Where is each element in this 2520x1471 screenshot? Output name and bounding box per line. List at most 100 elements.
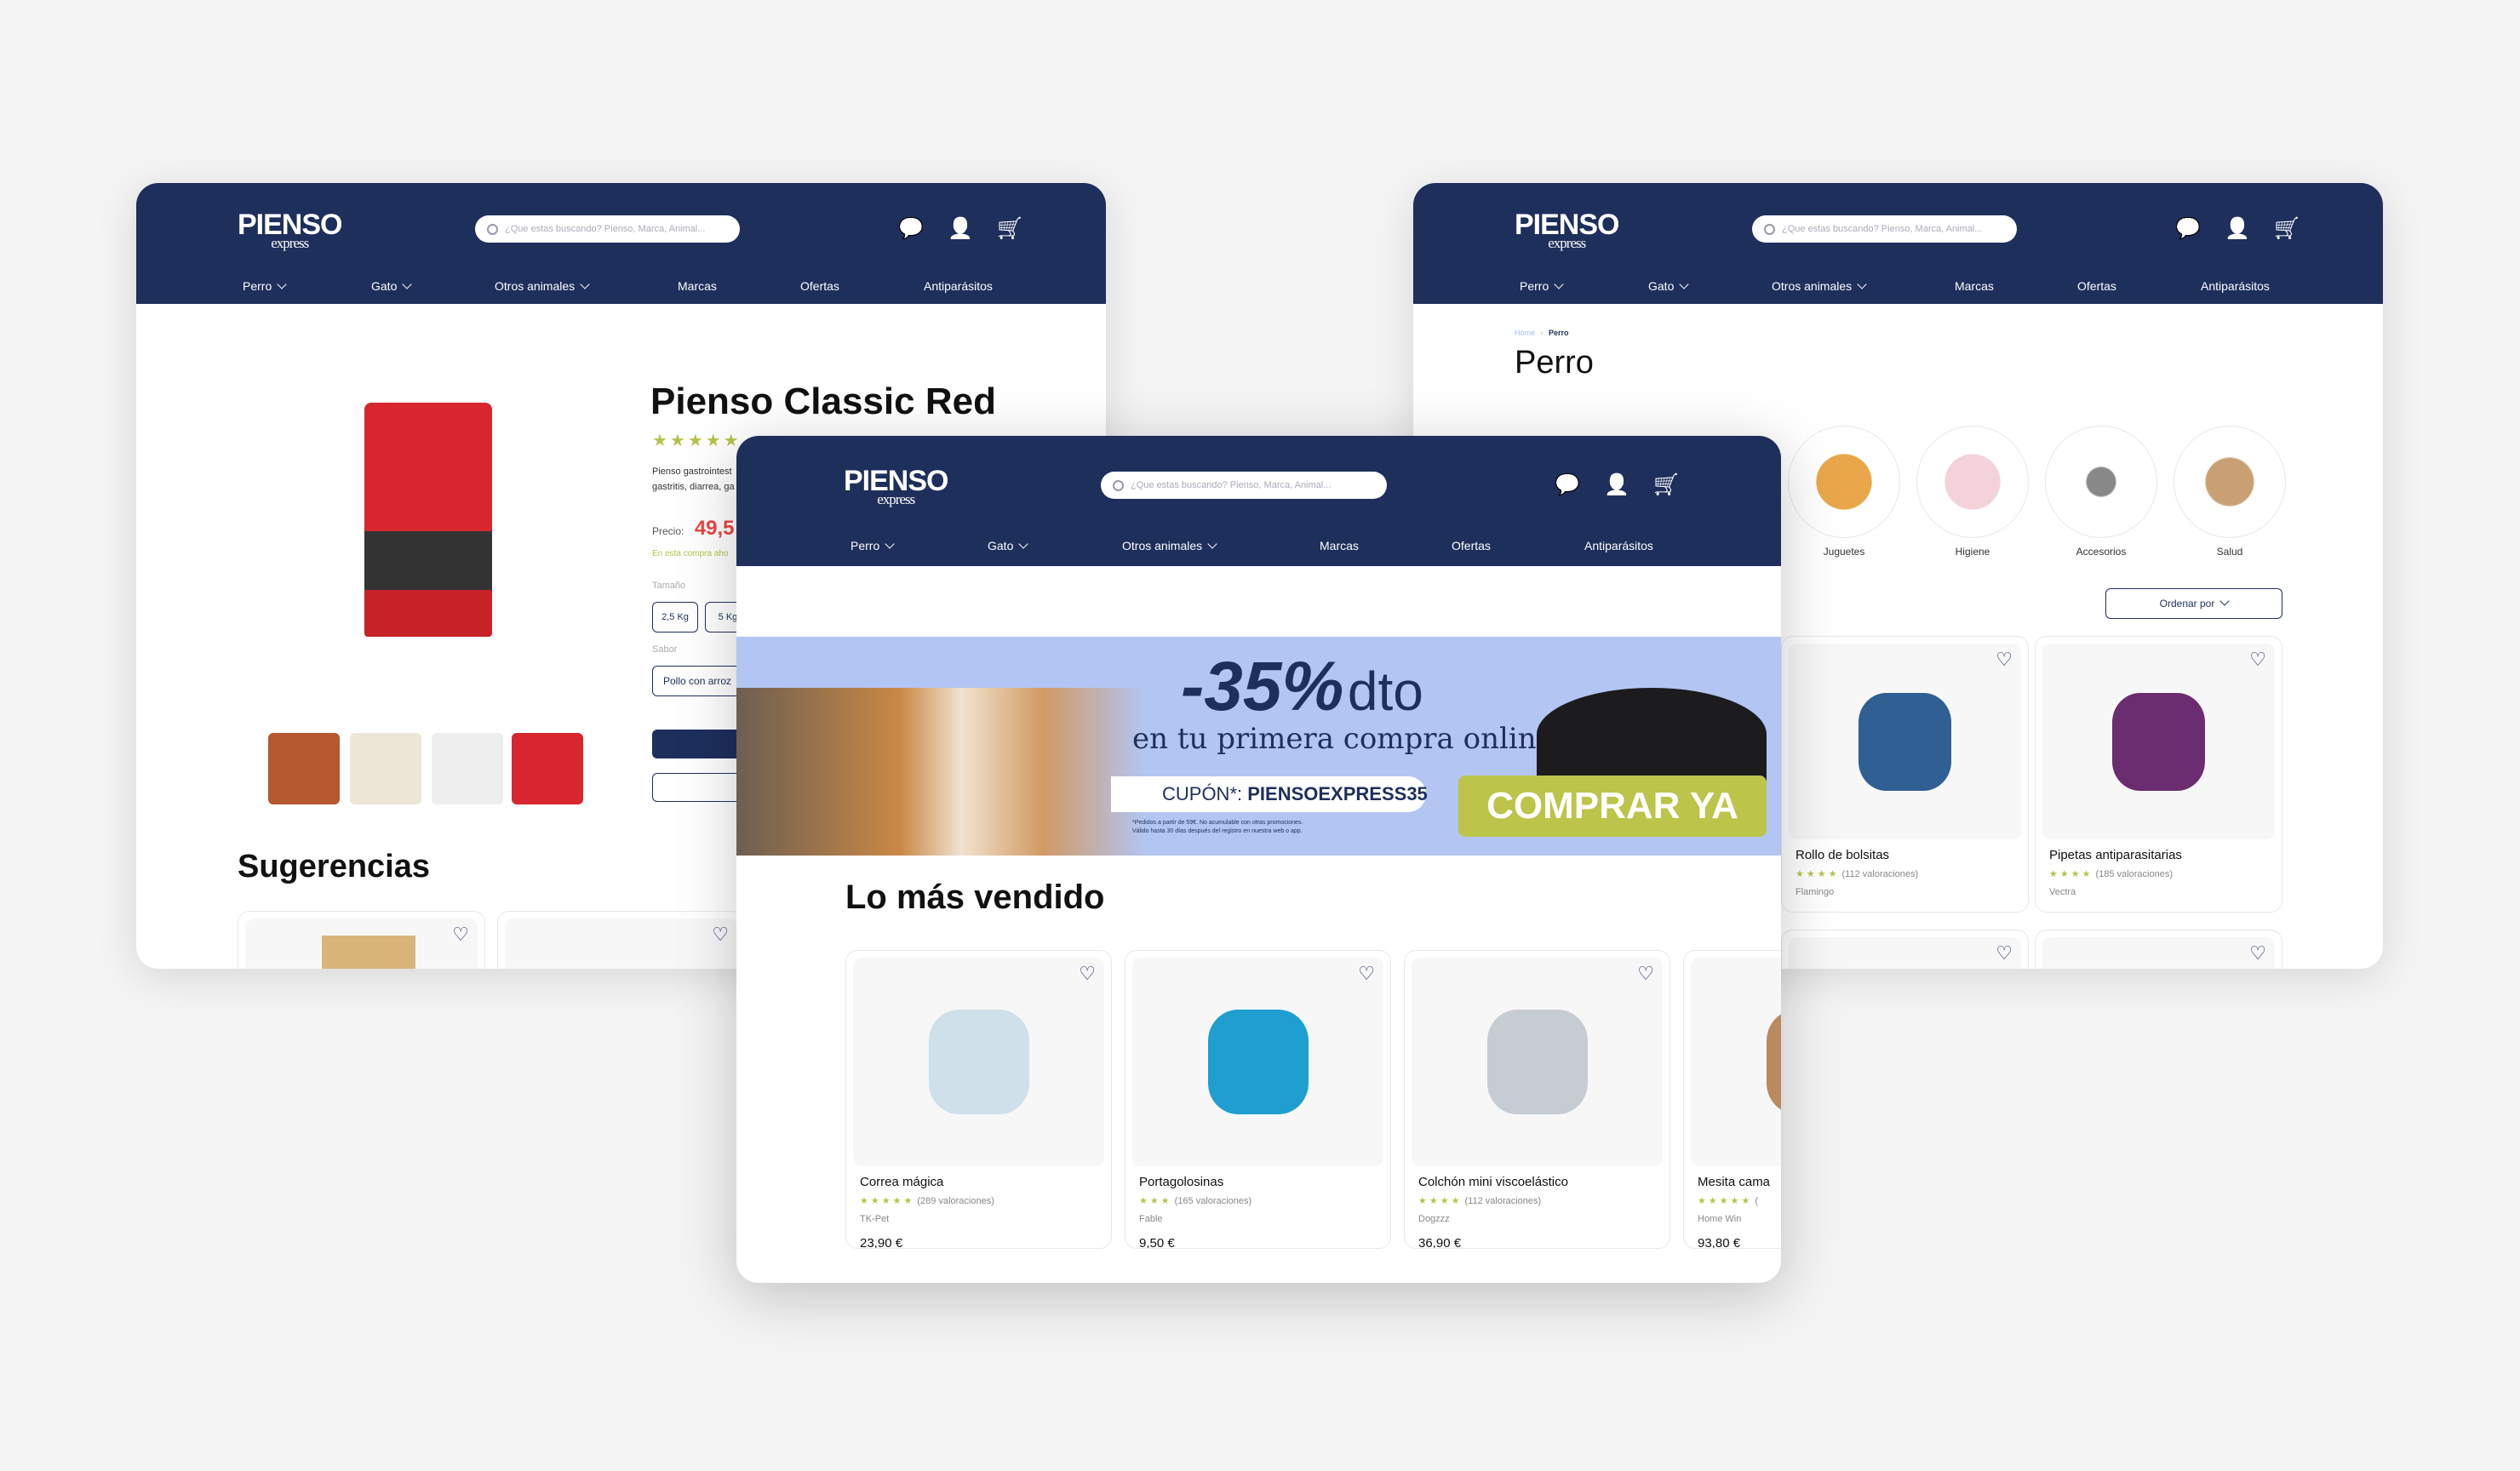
nav-item[interactable]: Ofertas	[800, 279, 839, 293]
search-input[interactable]: ¿Que estas buscando? Pienso, Marca, Anim…	[475, 215, 740, 243]
nav-item[interactable]: Otros animales	[495, 279, 590, 293]
heart-icon[interactable]: ♡	[1996, 649, 2013, 671]
heart-icon[interactable]: ♡	[2249, 649, 2266, 671]
product-card[interactable]: ♡ Rollo de bolsitas ★★★★ (112 valoracion…	[1781, 636, 2029, 913]
nav-item[interactable]: Antiparásitos	[924, 279, 993, 293]
category-higiene[interactable]	[1916, 426, 2029, 538]
heart-icon[interactable]: ♡	[1996, 942, 2013, 964]
nav-label: Perro	[1520, 279, 1549, 293]
nav-item[interactable]: Ofertas	[2077, 279, 2116, 293]
chevron-down-icon	[2219, 596, 2231, 606]
category-accesorios[interactable]	[2045, 426, 2157, 538]
product-price: 21,90 €	[2049, 909, 2092, 912]
nav-item[interactable]: Antiparásitos	[1584, 539, 1653, 552]
product-image	[322, 936, 415, 969]
thumbnail[interactable]	[350, 733, 421, 804]
category-label: Juguetes	[1823, 546, 1865, 558]
logo[interactable]: PIENSO express	[1515, 210, 1619, 250]
logo[interactable]: PIENSO express	[238, 210, 342, 250]
nav-item[interactable]: Gato	[1648, 279, 1690, 293]
heart-icon[interactable]: ♡	[712, 924, 729, 946]
nav-label: Gato	[988, 539, 1014, 552]
nav-label: Antiparásitos	[2201, 279, 2270, 293]
product-rating: ★★★★★	[652, 432, 742, 450]
nav-label: Gato	[371, 279, 398, 293]
sort-dropdown[interactable]: Ordenar por	[2105, 588, 2282, 619]
nav-item[interactable]: Antiparásitos	[2201, 279, 2270, 293]
product-rating: ★★★ (165 valoraciones)	[1139, 1195, 1251, 1206]
price-label: Precio:	[652, 525, 684, 537]
heart-icon[interactable]: ♡	[2249, 942, 2266, 964]
chat-search-icon[interactable]: 💬	[2175, 217, 2201, 241]
chevron-down-icon	[580, 279, 590, 289]
thumbnail[interactable]	[268, 733, 340, 804]
product-image	[1132, 958, 1383, 1166]
nav-item[interactable]: Perro	[1520, 279, 1564, 293]
coupon-code: PIENSOEXPRESS35	[1247, 783, 1428, 804]
suggestion-card[interactable]: ♡	[497, 911, 745, 969]
product-image	[853, 958, 1104, 1166]
heart-icon[interactable]: ♡	[1358, 963, 1375, 985]
product-brand: TK-Pet	[860, 1214, 890, 1224]
search-input[interactable]: ¿Que estas buscando? Pienso, Marca, Anim…	[1752, 215, 2017, 243]
nav-item[interactable]: Marcas	[678, 279, 717, 293]
nav-item[interactable]: Ofertas	[1452, 539, 1491, 552]
nav-item[interactable]: Marcas	[1320, 539, 1359, 552]
chat-search-icon[interactable]: 💬	[898, 217, 924, 241]
shop-now-button[interactable]: COMPRAR YA	[1458, 776, 1767, 837]
product-name: Portagolosinas	[1139, 1175, 1224, 1189]
product-card[interactable]: ♡ Colchón mini viscoelástico ★★★★ (112 v…	[1404, 950, 1670, 1249]
nav-label: Perro	[243, 279, 272, 293]
cart-icon[interactable]: 🛒	[997, 217, 1022, 241]
flavor-value: Pollo con arroz	[663, 675, 732, 687]
savings-text: En esta compra aho	[652, 549, 729, 558]
suggestion-card[interactable]: ♡	[238, 911, 485, 969]
star-rating: ★★★★★	[860, 1196, 915, 1206]
breadcrumb-home[interactable]: Home	[1515, 329, 1535, 337]
breadcrumb-current: Perro	[1549, 329, 1569, 337]
category-juguetes[interactable]	[1788, 426, 1900, 538]
product-rating: ★★★★ (112 valoraciones)	[1418, 1195, 1541, 1206]
nav-item[interactable]: Perro	[243, 279, 287, 293]
rating-count: (112 valoraciones)	[1464, 1196, 1542, 1206]
nav-label: Otros animales	[495, 279, 576, 293]
site-header: PIENSO express ¿Que estas buscando? Piens…	[136, 183, 1106, 304]
product-card[interactable]: ♡ Correa mágica ★★★★★ (289 valoraciones)…	[845, 950, 1112, 1249]
nav-item[interactable]: Perro	[850, 539, 895, 552]
nav-item[interactable]: Gato	[371, 279, 413, 293]
user-icon[interactable]: 👤	[2225, 217, 2250, 241]
search-placeholder: ¿Que estas buscando? Pienso, Marca, Anim…	[1782, 224, 1983, 234]
thumbnail[interactable]	[432, 733, 503, 804]
thumbnail[interactable]	[512, 733, 583, 804]
nav-item[interactable]: Otros animales	[1772, 279, 1867, 293]
logo[interactable]: PIENSO express	[844, 466, 948, 507]
coupon-label: CUPÓN*:	[1162, 783, 1243, 804]
heart-icon[interactable]: ♡	[452, 924, 469, 946]
product-name: Colchón mini viscoelástico	[1418, 1175, 1568, 1189]
cart-icon[interactable]: 🛒	[2274, 217, 2300, 241]
rating-count: (165 valoraciones)	[1174, 1196, 1252, 1206]
product-card[interactable]: ♡ Portagolosinas ★★★ (165 valoraciones) …	[1125, 950, 1391, 1249]
search-input[interactable]: ¿Que estas buscando? Pienso, Marca, Anim…	[1101, 472, 1387, 499]
search-placeholder: ¿Que estas buscando? Pienso, Marca, Anim…	[1131, 480, 1332, 490]
promo-banner[interactable]: -35% dto en tu primera compra online CUP…	[736, 637, 1781, 856]
user-icon[interactable]: 👤	[1604, 473, 1629, 497]
category-salud[interactable]	[2174, 426, 2286, 538]
product-card[interactable]: ♡	[2035, 930, 2282, 969]
nav-item[interactable]: Gato	[988, 539, 1029, 552]
cart-icon[interactable]: 🛒	[1653, 473, 1679, 497]
nav-item[interactable]: Otros animales	[1122, 539, 1217, 552]
rating-count: (185 valoraciones)	[2095, 869, 2174, 879]
product-price: 23,90 €	[860, 1236, 903, 1249]
heart-icon[interactable]: ♡	[1079, 963, 1096, 985]
product-card[interactable]: ♡ Pipetas antiparasitarias ★★★★ (185 val…	[2035, 636, 2282, 913]
chat-search-icon[interactable]: 💬	[1555, 473, 1580, 497]
rating-count: (	[1755, 1196, 1759, 1206]
size-option[interactable]: 2,5 Kg	[652, 602, 698, 632]
heart-icon[interactable]: ♡	[1637, 963, 1654, 985]
product-card[interactable]: ♡	[1781, 930, 2029, 969]
user-icon[interactable]: 👤	[948, 217, 973, 241]
coupon-pill: CUPÓN*: PIENSOEXPRESS35	[1111, 776, 1428, 812]
product-card[interactable]: ♡ Mesita cama ★★★★★ ( Home Win 93,80 €	[1683, 950, 1781, 1249]
nav-item[interactable]: Marcas	[1955, 279, 1994, 293]
